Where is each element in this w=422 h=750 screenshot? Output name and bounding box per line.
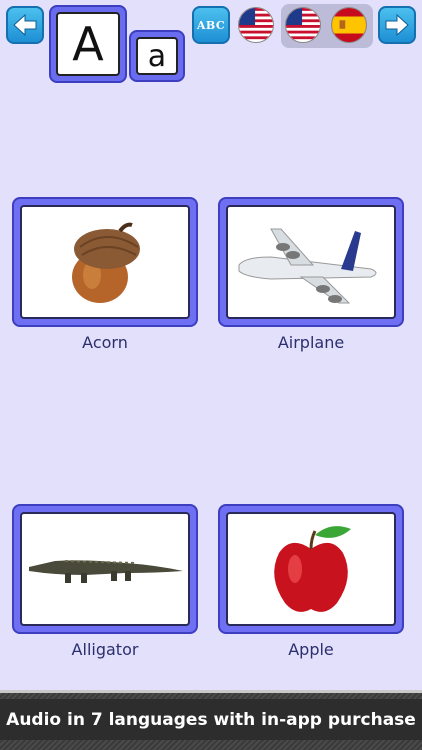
card-label-acorn: Acorn xyxy=(82,333,128,352)
lowercase-letter: a xyxy=(136,37,178,75)
apple-image xyxy=(226,512,396,626)
acorn-image xyxy=(20,205,190,319)
previous-letter-button[interactable] xyxy=(6,6,44,44)
us-flag-icon[interactable] xyxy=(238,7,274,43)
word-card-acorn[interactable] xyxy=(12,197,198,327)
arrow-right-icon xyxy=(385,13,409,37)
next-letter-button[interactable] xyxy=(378,6,416,44)
promo-banner: Audio in 7 languages with in-app purchas… xyxy=(0,690,422,750)
word-card-airplane[interactable] xyxy=(218,197,404,327)
uppercase-letter-tile[interactable]: A xyxy=(49,5,127,83)
card-label-airplane: Airplane xyxy=(277,333,345,352)
spain-flag-icon[interactable] xyxy=(331,7,367,43)
promo-banner-text: Audio in 7 languages with in-app purchas… xyxy=(0,699,422,740)
card-label-alligator: Alligator xyxy=(71,640,139,659)
us-flag-icon[interactable] xyxy=(285,7,321,43)
card-label-apple: Apple xyxy=(288,640,334,659)
word-card-apple[interactable] xyxy=(218,504,404,634)
uppercase-letter: A xyxy=(56,12,120,76)
arrow-left-icon xyxy=(13,13,37,37)
alligator-image xyxy=(20,512,190,626)
abc-button[interactable]: ABC xyxy=(192,6,230,44)
airplane-image xyxy=(226,205,396,319)
word-card-alligator[interactable] xyxy=(12,504,198,634)
lowercase-letter-tile[interactable]: a xyxy=(129,30,185,82)
